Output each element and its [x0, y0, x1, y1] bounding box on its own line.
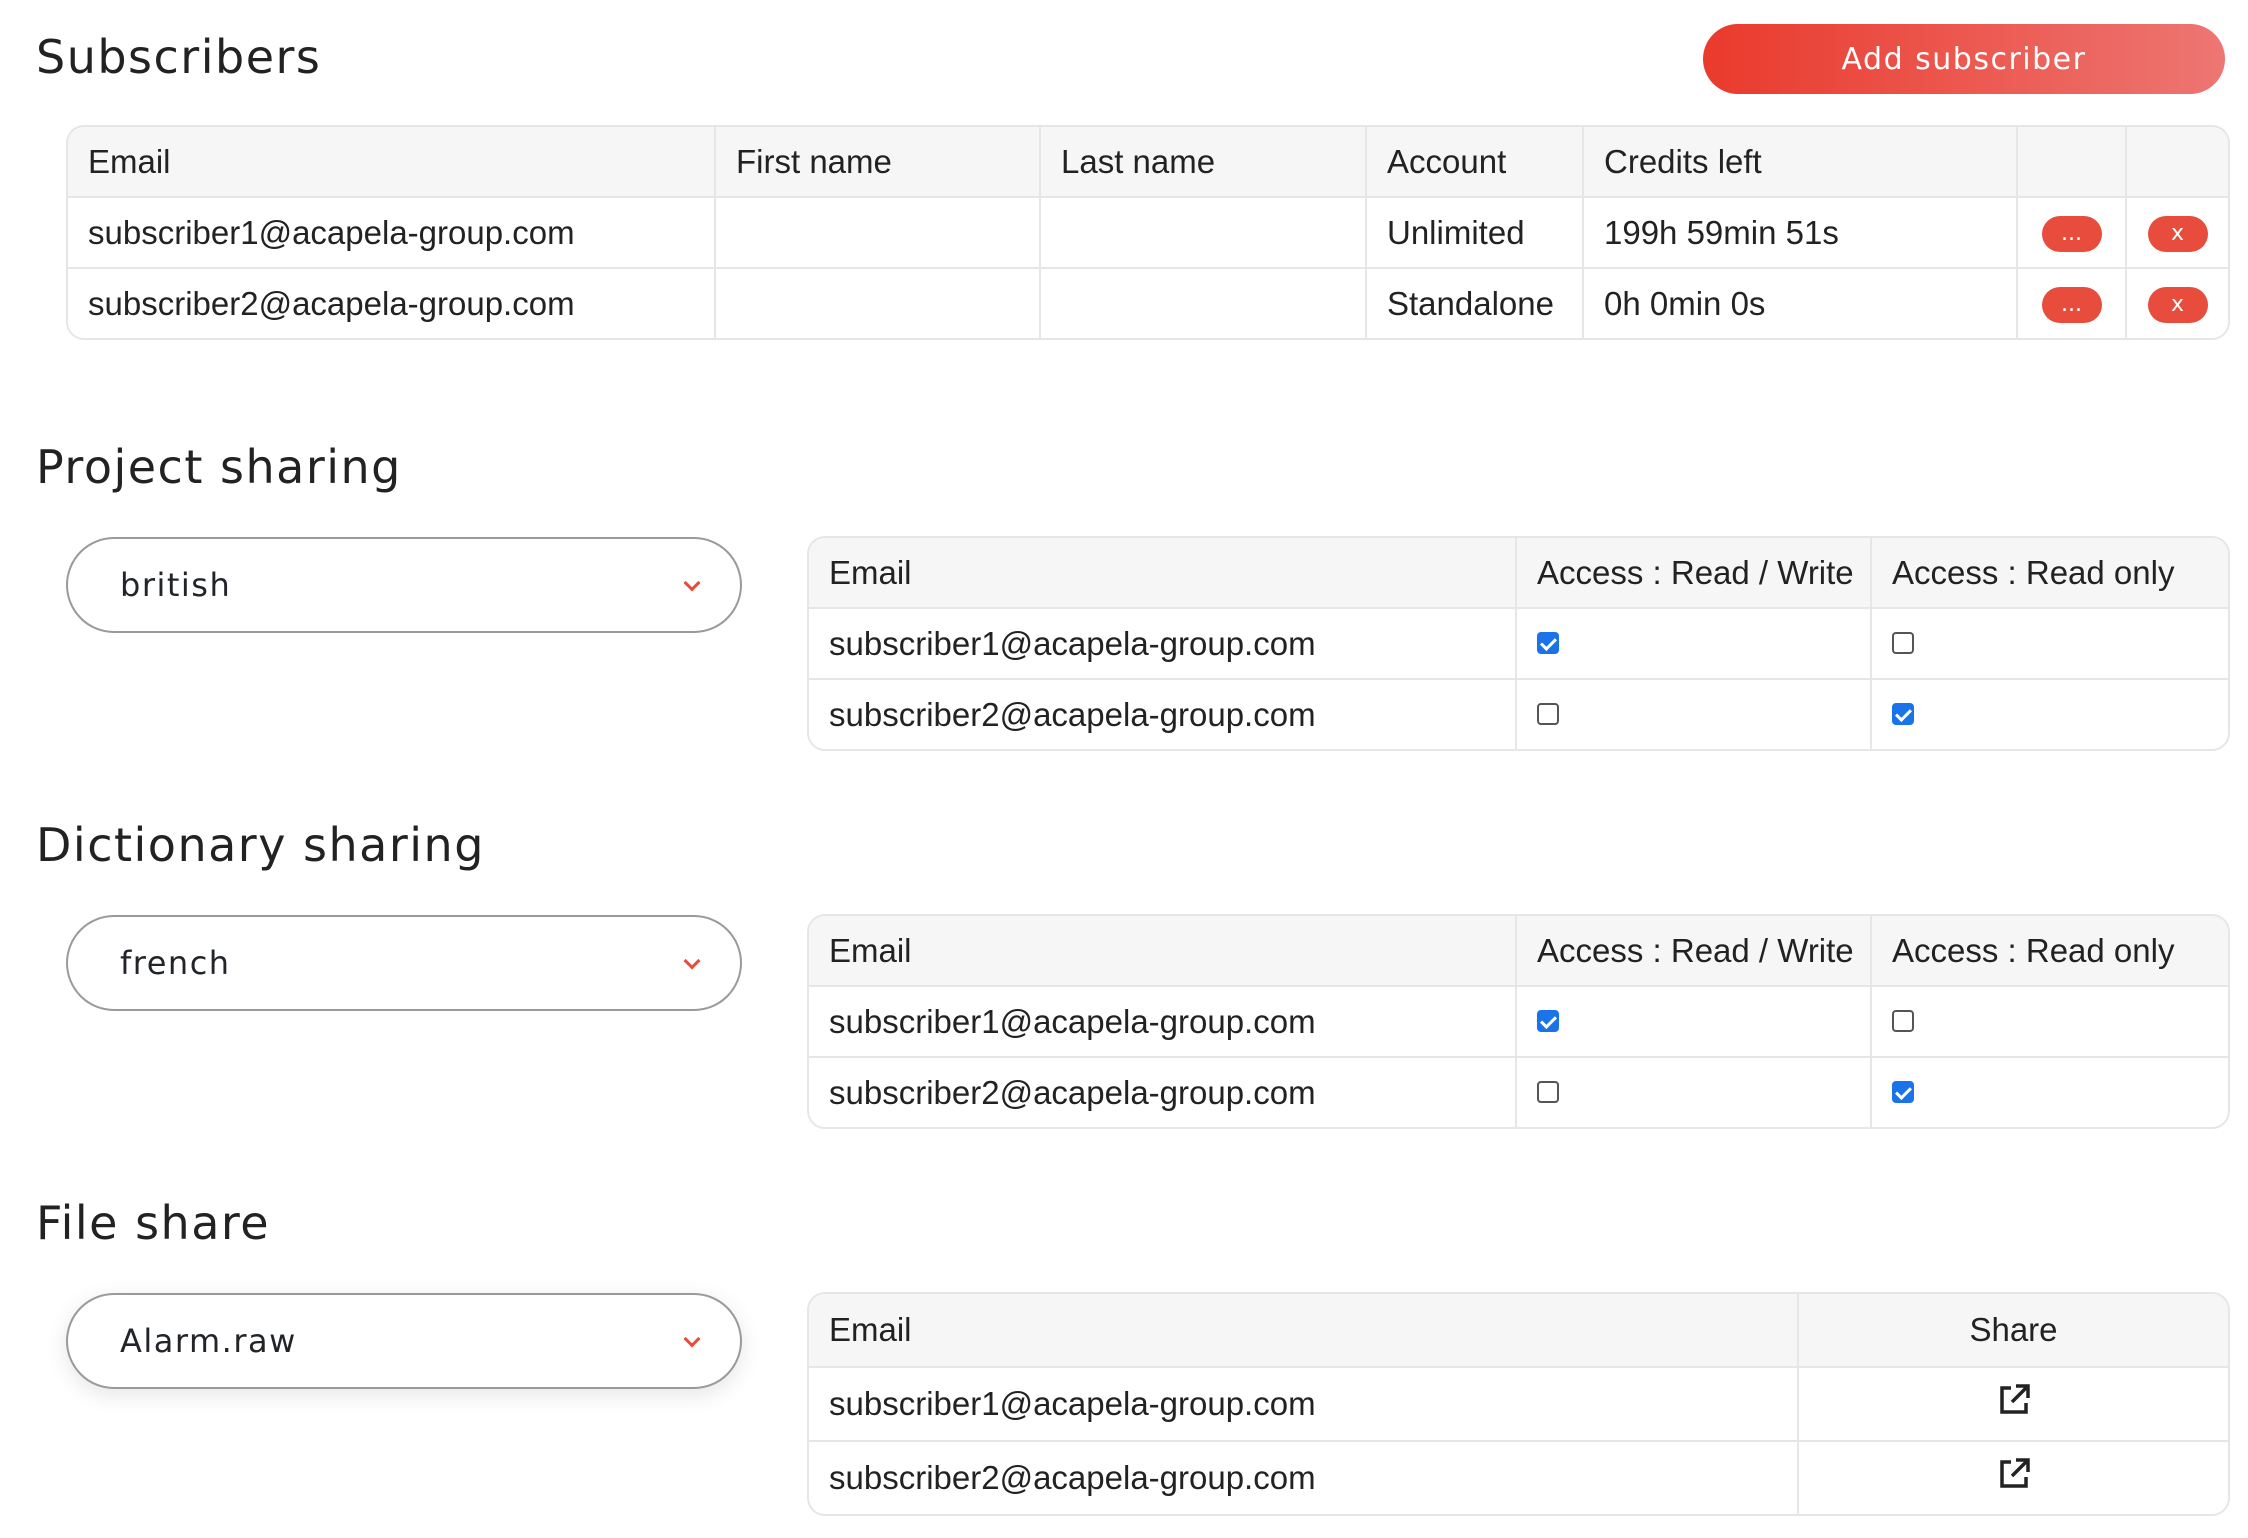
table-row: subscriber2@acapela-group.com [809, 680, 2228, 749]
table-row: subscriber2@acapela-group.com [809, 1058, 2228, 1127]
column-header-actions [2018, 127, 2127, 198]
table-row: subscriber1@acapela-group.com [809, 1368, 2228, 1442]
file-select[interactable]: Alarm.raw [66, 1293, 742, 1389]
column-header-last-name: Last name [1041, 127, 1367, 198]
chevron-down-icon [683, 1330, 701, 1348]
project-sharing-title: Project sharing [36, 440, 402, 494]
subscriber-credits: 199h 59min 51s [1584, 198, 2018, 269]
share-email: subscriber2@acapela-group.com [809, 680, 1517, 749]
dictionary-select-value: french [120, 944, 231, 982]
read-only-checkbox[interactable] [1892, 702, 1914, 725]
more-options-button[interactable]: ... [2041, 287, 2102, 324]
column-header-email: Email [809, 538, 1517, 609]
subscribers-title: Subscribers [36, 30, 322, 84]
file-share-table: Email Share subscriber1@acapela-group.co… [807, 1292, 2230, 1516]
column-header-first-name: First name [716, 127, 1041, 198]
column-header-credits-left: Credits left [1584, 127, 2018, 198]
subscriber-first-name [716, 198, 1041, 269]
add-subscriber-button[interactable]: Add subscriber [1703, 24, 2225, 94]
column-header-read-write: Access : Read / Write [1517, 538, 1872, 609]
file-share-title: File share [36, 1196, 271, 1250]
read-only-checkbox[interactable] [1892, 1009, 1914, 1032]
column-header-email: Email [68, 127, 716, 198]
read-write-checkbox[interactable] [1537, 1080, 1559, 1103]
column-header-read-only: Access : Read only [1872, 538, 2228, 609]
table-row: subscriber1@acapela-group.com [809, 987, 2228, 1058]
subscribers-table: Email First name Last name Account Credi… [66, 125, 2230, 340]
column-header-read-only: Access : Read only [1872, 916, 2228, 987]
external-link-icon[interactable] [1997, 1457, 2031, 1499]
table-row: subscriber2@acapela-group.com Standalone… [68, 269, 2228, 338]
project-select[interactable]: british [66, 537, 742, 633]
delete-subscriber-button[interactable]: x [2147, 287, 2208, 324]
project-sharing-table: Email Access : Read / Write Access : Rea… [807, 536, 2230, 751]
table-row: subscriber1@acapela-group.com Unlimited … [68, 198, 2228, 269]
project-select-value: british [120, 566, 232, 604]
share-email: subscriber1@acapela-group.com [809, 987, 1517, 1058]
column-header-email: Email [809, 1294, 1799, 1368]
read-write-checkbox[interactable] [1537, 702, 1559, 725]
column-header-account: Account [1367, 127, 1584, 198]
external-link-icon[interactable] [1997, 1383, 2031, 1425]
subscriber-account: Standalone [1367, 269, 1584, 338]
subscriber-last-name [1041, 198, 1367, 269]
column-header-delete [2127, 127, 2228, 198]
share-email: subscriber2@acapela-group.com [809, 1442, 1799, 1514]
table-row: subscriber1@acapela-group.com [809, 609, 2228, 680]
read-write-checkbox[interactable] [1537, 631, 1559, 654]
read-write-checkbox[interactable] [1537, 1009, 1559, 1032]
table-header-row: Email Access : Read / Write Access : Rea… [809, 538, 2228, 609]
column-header-share: Share [1799, 1294, 2228, 1368]
chevron-down-icon [683, 952, 701, 970]
column-header-email: Email [809, 916, 1517, 987]
subscriber-email: subscriber2@acapela-group.com [68, 269, 716, 338]
table-header-row: Email First name Last name Account Credi… [68, 127, 2228, 198]
share-email: subscriber2@acapela-group.com [809, 1058, 1517, 1127]
subscriber-email: subscriber1@acapela-group.com [68, 198, 716, 269]
chevron-down-icon [683, 574, 701, 592]
more-options-button[interactable]: ... [2041, 216, 2102, 253]
share-email: subscriber1@acapela-group.com [809, 1368, 1799, 1442]
read-only-checkbox[interactable] [1892, 1080, 1914, 1103]
read-only-checkbox[interactable] [1892, 631, 1914, 654]
subscriber-last-name [1041, 269, 1367, 338]
delete-subscriber-button[interactable]: x [2147, 216, 2208, 253]
table-row: subscriber2@acapela-group.com [809, 1442, 2228, 1514]
dictionary-select[interactable]: french [66, 915, 742, 1011]
subscriber-account: Unlimited [1367, 198, 1584, 269]
dictionary-sharing-title: Dictionary sharing [36, 818, 485, 872]
dictionary-sharing-table: Email Access : Read / Write Access : Rea… [807, 914, 2230, 1129]
column-header-read-write: Access : Read / Write [1517, 916, 1872, 987]
subscriber-first-name [716, 269, 1041, 338]
table-header-row: Email Access : Read / Write Access : Rea… [809, 916, 2228, 987]
file-select-value: Alarm.raw [120, 1322, 297, 1360]
table-header-row: Email Share [809, 1294, 2228, 1368]
share-email: subscriber1@acapela-group.com [809, 609, 1517, 680]
subscriber-credits: 0h 0min 0s [1584, 269, 2018, 338]
